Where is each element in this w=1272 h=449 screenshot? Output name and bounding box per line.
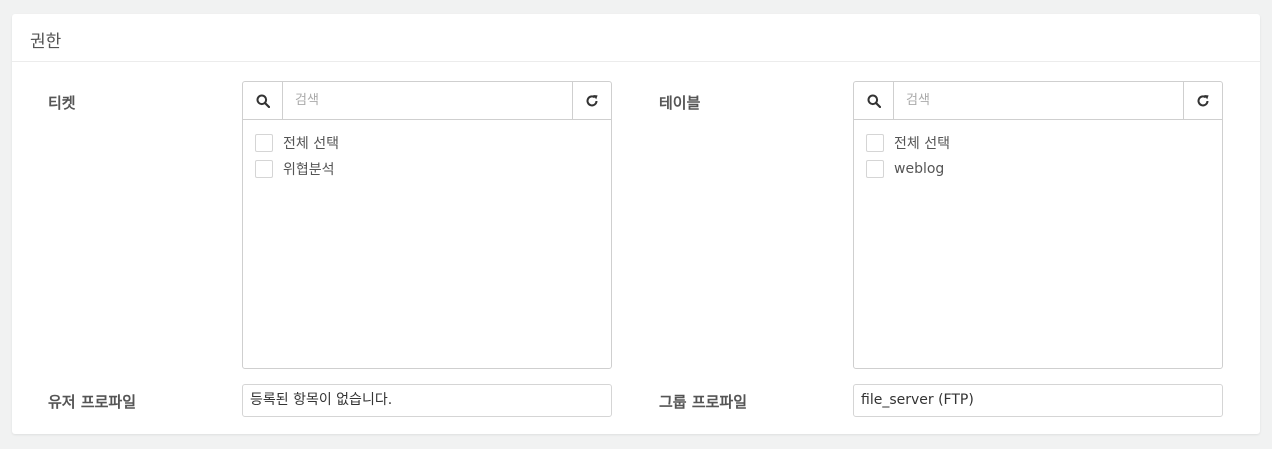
card-title: 권한 xyxy=(12,14,1260,62)
list-item[interactable]: 위협분석 xyxy=(255,156,599,182)
checkbox-icon[interactable] xyxy=(866,134,884,152)
ticket-refresh-button[interactable] xyxy=(572,82,611,119)
list-item[interactable]: 전체 선택 xyxy=(255,130,599,156)
group-profile-field[interactable]: file_server (FTP) xyxy=(853,384,1223,417)
group-profile-label: 그룹 프로파일 xyxy=(659,393,748,411)
ticket-search-bar xyxy=(243,82,611,120)
table-list: 전체 선택 weblog xyxy=(854,120,1222,182)
ticket-search-button[interactable] xyxy=(243,82,283,119)
select-all-label: 전체 선택 xyxy=(894,136,950,152)
ticket-search-input[interactable] xyxy=(283,82,573,119)
ticket-picker: 전체 선택 위협분석 xyxy=(242,81,612,369)
select-all-label: 전체 선택 xyxy=(283,136,339,152)
user-profile-field[interactable]: 등록된 항목이 없습니다. xyxy=(242,384,612,417)
table-refresh-button[interactable] xyxy=(1183,82,1222,119)
checkbox-icon[interactable] xyxy=(255,134,273,152)
ticket-label: 티켓 xyxy=(48,94,76,112)
user-profile-label: 유저 프로파일 xyxy=(48,393,137,411)
list-item-label: weblog xyxy=(894,161,945,177)
checkbox-icon[interactable] xyxy=(866,160,884,178)
permissions-card: 권한 티켓 전체 선택 xyxy=(12,14,1260,434)
ticket-list: 전체 선택 위협분석 xyxy=(243,120,611,182)
table-search-button[interactable] xyxy=(854,82,894,119)
checkbox-icon[interactable] xyxy=(255,160,273,178)
list-item[interactable]: 전체 선택 xyxy=(866,130,1210,156)
table-search-bar xyxy=(854,82,1222,120)
table-label: 테이블 xyxy=(659,94,701,112)
search-icon xyxy=(867,94,881,108)
list-item-label: 위협분석 xyxy=(283,162,335,178)
table-picker: 전체 선택 weblog xyxy=(853,81,1223,369)
refresh-icon xyxy=(586,94,598,106)
search-icon xyxy=(256,94,270,108)
table-search-input[interactable] xyxy=(894,82,1184,119)
refresh-icon xyxy=(1197,94,1209,106)
list-item[interactable]: weblog xyxy=(866,156,1210,182)
